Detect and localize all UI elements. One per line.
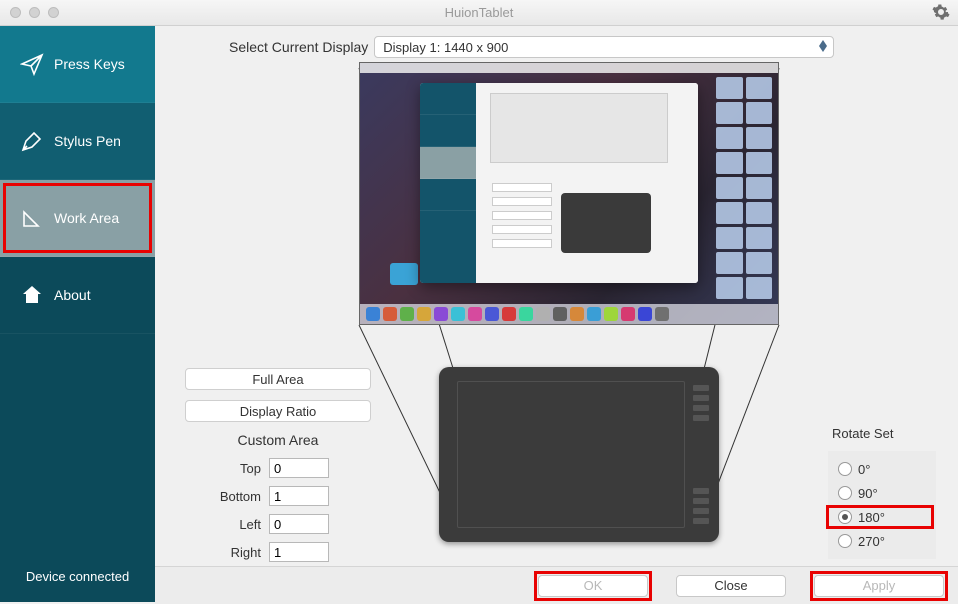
radio-icon (838, 462, 852, 476)
custom-area-label: Custom Area (185, 432, 371, 448)
sidebar-item-label: Work Area (54, 210, 119, 226)
radio-icon (838, 510, 852, 524)
display-select-label: Select Current Display (229, 39, 368, 55)
sidebar-item-work-area[interactable]: Work Area (0, 180, 155, 257)
sidebar-item-label: About (54, 287, 91, 303)
main-panel: Select Current Display Display 1: 1440 x… (155, 26, 958, 604)
rotate-option-270[interactable]: 270° (832, 529, 932, 553)
footer: OK Close Apply (155, 566, 958, 604)
radio-icon (838, 486, 852, 500)
display-select[interactable]: Display 1: 1440 x 900 (374, 36, 834, 58)
top-input[interactable] (269, 458, 329, 478)
display-select-value: Display 1: 1440 x 900 (383, 40, 508, 55)
titlebar: HuionTablet (0, 0, 958, 26)
apply-button-wrap: Apply (814, 575, 944, 597)
work-area-preview: Full Area Display Ratio Custom Area Top … (169, 62, 944, 562)
close-window-icon[interactable] (10, 7, 21, 18)
right-label: Right (185, 545, 269, 560)
gear-icon (932, 3, 950, 21)
right-input[interactable] (269, 542, 329, 562)
close-button-wrap: Close (676, 575, 786, 597)
display-preview[interactable] (359, 62, 779, 325)
sidebar-item-press-keys[interactable]: Press Keys (0, 26, 155, 103)
top-label: Top (185, 461, 269, 476)
settings-button[interactable] (932, 3, 950, 24)
radio-icon (838, 534, 852, 548)
tablet-preview[interactable] (439, 367, 719, 542)
ok-button-wrap: OK (538, 575, 648, 597)
rotate-option-90[interactable]: 90° (832, 481, 932, 505)
left-label: Left (185, 517, 269, 532)
ok-button[interactable]: OK (538, 575, 648, 597)
rotate-title: Rotate Set (828, 426, 936, 441)
window-title: HuionTablet (445, 5, 514, 20)
rotate-option-label: 90° (858, 486, 878, 501)
sidebar-item-about[interactable]: About (0, 257, 155, 334)
bottom-input[interactable] (269, 486, 329, 506)
rotate-panel: Rotate Set 0° 90° 180° (828, 426, 936, 559)
full-area-button[interactable]: Full Area (185, 368, 371, 390)
sidebar: Press Keys Stylus Pen Work Area About De… (0, 26, 155, 604)
sidebar-item-stylus-pen[interactable]: Stylus Pen (0, 103, 155, 180)
area-controls: Full Area Display Ratio Custom Area Top … (185, 368, 383, 570)
pen-icon (20, 129, 44, 153)
left-input[interactable] (269, 514, 329, 534)
triangle-ruler-icon (20, 206, 44, 230)
minimize-window-icon[interactable] (29, 7, 40, 18)
device-status: Device connected (0, 551, 155, 602)
rotate-option-label: 270° (858, 534, 885, 549)
home-icon (20, 283, 44, 307)
rotate-option-label: 180° (858, 510, 885, 525)
close-button[interactable]: Close (676, 575, 786, 597)
window-controls (10, 7, 59, 18)
sidebar-item-label: Stylus Pen (54, 133, 121, 149)
rotate-option-180[interactable]: 180° (832, 505, 932, 529)
chevron-updown-icon (819, 40, 827, 52)
paper-plane-icon (20, 52, 44, 76)
bottom-label: Bottom (185, 489, 269, 504)
zoom-window-icon[interactable] (48, 7, 59, 18)
display-ratio-button[interactable]: Display Ratio (185, 400, 371, 422)
apply-button[interactable]: Apply (814, 575, 944, 597)
rotate-option-label: 0° (858, 462, 870, 477)
rotate-option-0[interactable]: 0° (832, 457, 932, 481)
sidebar-item-label: Press Keys (54, 56, 125, 72)
